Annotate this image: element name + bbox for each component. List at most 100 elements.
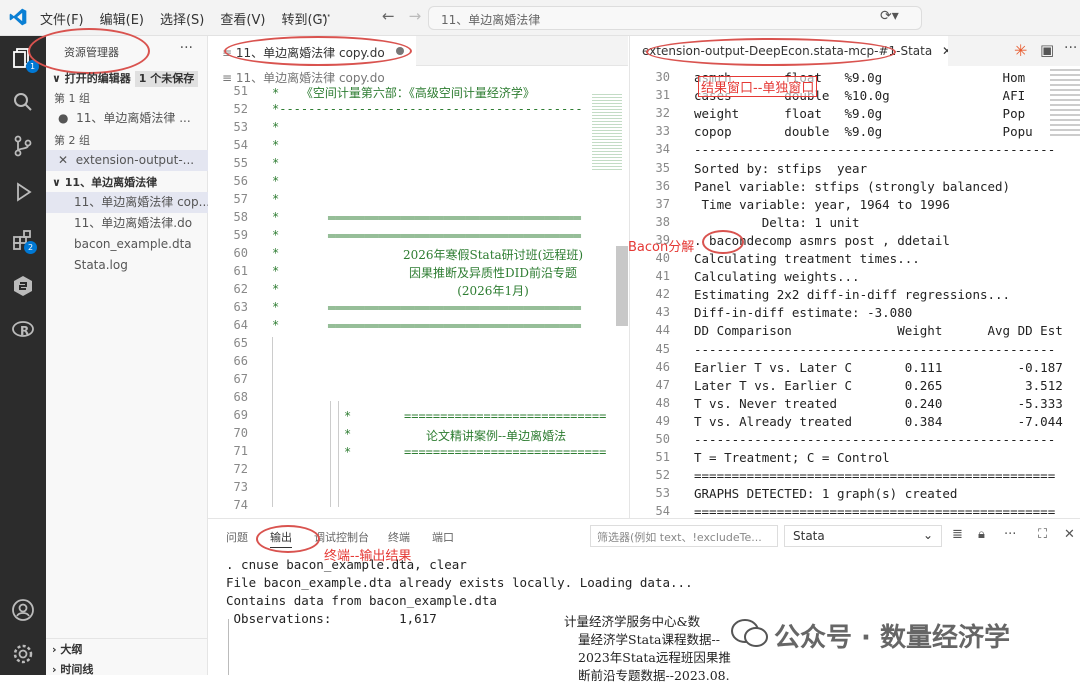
file-item-do[interactable]: 11、单边离婚法律.do (46, 213, 208, 234)
code-rule-bottom-2: ═══════════════════════════════════ (328, 319, 581, 333)
comment-star: * (272, 156, 280, 170)
output-line-text: weight float %9.0g Pop (694, 106, 1026, 122)
output-line-text: Time variable: year, 1964 to 1996 (694, 196, 950, 212)
output-line-number: 54 (655, 504, 670, 519)
explorer-sidebar: 资源管理器 ··· ∨ 打开的编辑器 1 个未保存 第 1 组 ● 11、单边离婚… (28, 28, 208, 676)
copilot-icon[interactable]: ⟳▾ (880, 8, 899, 24)
open-editor-item-2[interactable]: ✕ extension-output-... (46, 150, 208, 171)
settings-gear-icon[interactable] (11, 642, 35, 666)
back-arrow-icon[interactable]: ← (382, 7, 395, 25)
close-panel-icon[interactable]: ✕ (1064, 527, 1075, 542)
code-title-2: 因果推断及异质性DID前沿专题 (409, 266, 577, 280)
output-line-text: copop double %9.0g Popu (694, 124, 1033, 140)
timeline-section[interactable]: › 时间线 (46, 659, 208, 680)
output-line-text: Diff-in-diff estimate: -3.080 (694, 305, 913, 321)
output-line-text: DD Comparison Weight Avg DD Est (694, 323, 1063, 339)
code-line-69: ============================ (404, 409, 607, 423)
output-line-number: 30 (655, 70, 670, 84)
line-number: 52 (233, 102, 248, 116)
run-debug-icon[interactable] (11, 180, 35, 204)
nav-arrows: ← → (382, 7, 421, 25)
tab-problems[interactable]: 问题 (226, 529, 248, 545)
menu-more-icon[interactable]: ··· (316, 6, 331, 25)
tab-terminal[interactable]: 终端 (388, 529, 410, 545)
menu-selection[interactable]: 选择(S) (160, 9, 204, 28)
open-editors-label: 打开的编辑器 (64, 72, 131, 85)
outline-label: 大纲 (60, 643, 83, 656)
output-line-number: 51 (655, 450, 670, 465)
terminal-line-1: . cnuse bacon_example.dta, clear (226, 557, 467, 572)
output-line-number: 38 (655, 214, 670, 229)
comment-star: * (272, 120, 280, 134)
chevron-right-icon: › (52, 663, 57, 676)
output-line-number: 48 (655, 395, 670, 410)
forward-arrow-icon[interactable]: → (409, 7, 422, 25)
output-line-text: ========================================… (694, 468, 1056, 484)
minimap[interactable] (592, 92, 622, 172)
menu-edit[interactable]: 编辑(E) (100, 9, 144, 28)
line-number: 66 (233, 354, 248, 368)
comment-star: * (272, 192, 280, 206)
output-channel-value: Stata (793, 529, 825, 543)
tab-debug-console[interactable]: 调试控制台 (314, 529, 369, 545)
account-icon[interactable] (11, 598, 35, 622)
output-line-number: 47 (655, 377, 670, 392)
close-icon[interactable]: ✕ (58, 153, 68, 167)
code-rule-top-2: ═══════════════════════════════════ (328, 229, 581, 243)
lock-scroll-icon[interactable]: 🔒︎ (978, 527, 985, 542)
line-number: 71 (233, 444, 248, 458)
command-center[interactable]: 11、单边离婚法律 (428, 6, 922, 30)
comment-star: * (272, 246, 280, 260)
clear-output-icon[interactable]: ≣ (952, 527, 963, 542)
stata-extension-icon[interactable] (11, 274, 35, 298)
menu-view[interactable]: 查看(V) (220, 9, 265, 28)
indent-guide (330, 401, 331, 507)
open-editor-item-1-label: 11、单边离婚法律 ... (76, 111, 191, 125)
split-editor-icon[interactable]: ▣ (1040, 41, 1054, 59)
open-editor-item-1[interactable]: ● 11、单边离婚法律 ... (46, 108, 208, 129)
line-number: 51 (233, 84, 248, 98)
line-number: 54 (233, 138, 248, 152)
line-number: 74 (233, 498, 248, 512)
output-filter-input[interactable]: 筛选器(例如 text、!excludeTe... (590, 525, 778, 547)
file-item-dta[interactable]: bacon_example.dta (46, 234, 208, 255)
menu-file[interactable]: 文件(F) (40, 9, 84, 28)
activity-bar: 1 2 R (0, 36, 46, 675)
close-icon[interactable]: ✕ (942, 44, 948, 58)
output-line-text: ----------------------------------------… (694, 432, 1056, 447)
chevron-down-icon: ∨ (52, 72, 61, 85)
tab-ports[interactable]: 端口 (432, 529, 454, 545)
title-bar: 文件(F) 编辑(E) 选择(S) 查看(V) 转到(G) ··· ← → 11… (0, 0, 1080, 36)
terminal-line-2: File bacon_example.dta already exists lo… (226, 575, 693, 590)
search-icon[interactable] (11, 90, 35, 114)
output-table-border (228, 619, 229, 675)
watermark-text: 公众号 · 数量经济学 (774, 623, 1010, 653)
wechat-icon (731, 619, 768, 647)
file-item-copy-do[interactable]: 11、单边离婚法律 cop... (46, 192, 208, 213)
source-control-icon[interactable] (11, 134, 35, 158)
stata-spark-icon[interactable]: ✳ (1014, 41, 1027, 60)
code-line-70: 论文精讲案例--单边离婚法 (426, 429, 567, 443)
output-line-text: Delta: 1 unit (694, 214, 860, 230)
open-editors-section[interactable]: ∨ 打开的编辑器 1 个未保存 (46, 68, 208, 89)
output-line-text: Later T vs. Earlier C 0.265 3.512 (694, 377, 1063, 393)
line-number: 70 (233, 426, 248, 440)
folder-section[interactable]: ∨ 11、单边离婚法律 (46, 172, 208, 193)
sidebar-more-icon[interactable]: ··· (180, 40, 193, 56)
panel-more-icon[interactable]: ··· (1004, 527, 1016, 542)
unsaved-dot-icon[interactable]: ● (58, 111, 68, 125)
annotation-bacon: Bacon分解 (628, 240, 695, 255)
outline-section[interactable]: › 大纲 (46, 638, 208, 659)
line-number: 64 (233, 318, 248, 332)
code-line-51: * 《空间计量第六部：《高级空间计量经济学》 (272, 86, 535, 100)
terminal-line-3: Contains data from bacon_example.dta (226, 593, 497, 608)
editor-more-icon[interactable]: ··· (1064, 40, 1077, 56)
folder-label: 11、单边离婚法律 (64, 176, 158, 189)
output-line-number: 50 (655, 432, 670, 446)
maximize-panel-icon[interactable]: ⛶ (1038, 527, 1047, 542)
r-language-icon[interactable]: R (11, 318, 35, 342)
output-channel-select[interactable]: Stata ⌄ (784, 525, 942, 547)
side-text-1: 计量经济学服务中心&数 (564, 614, 701, 629)
scrollbar[interactable] (616, 246, 628, 326)
file-item-log[interactable]: Stata.log (46, 255, 208, 276)
